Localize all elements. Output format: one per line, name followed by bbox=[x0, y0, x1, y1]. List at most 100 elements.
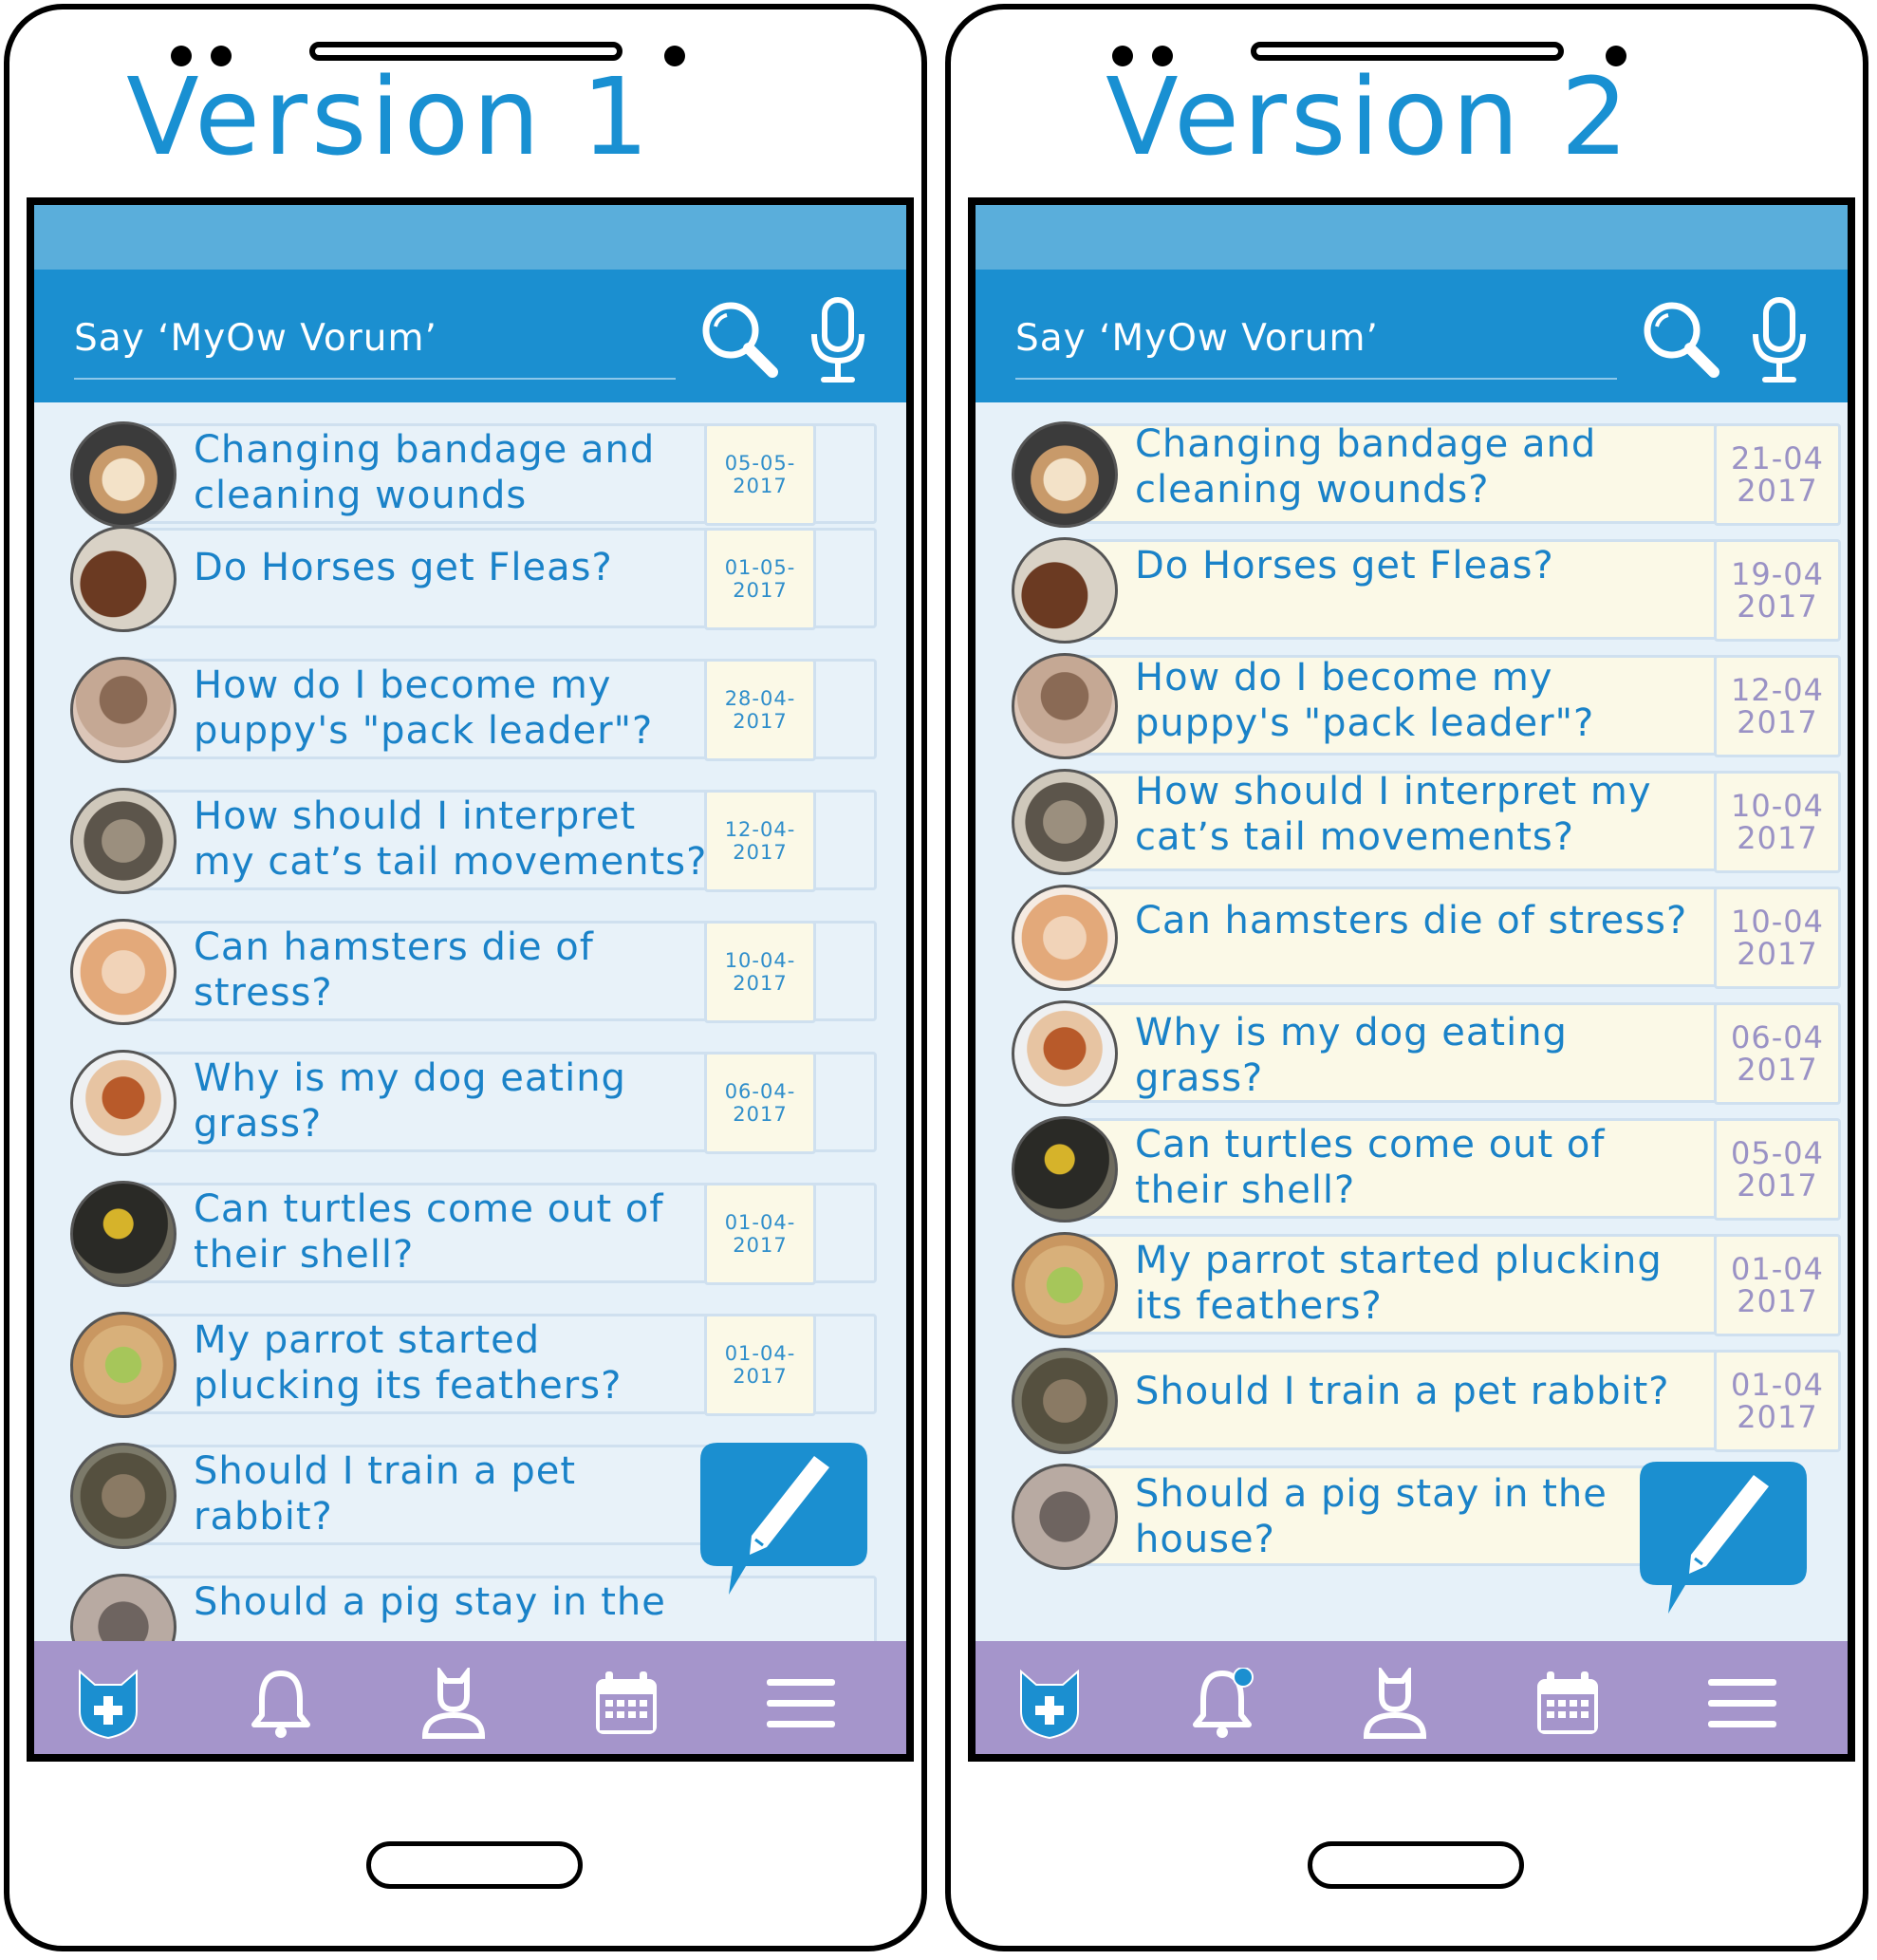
list-item[interactable]: Changing bandage and cleaning wounds 05-0… bbox=[70, 421, 877, 532]
avatar-hamster bbox=[1012, 885, 1118, 991]
avatar-turtle bbox=[70, 1181, 177, 1287]
date-box: 01-04 2017 bbox=[1714, 1234, 1841, 1336]
post-title[interactable]: Why is my dog eating grass? bbox=[194, 1055, 626, 1147]
search-input[interactable]: Say ‘MyOw Vorum’ bbox=[74, 317, 437, 360]
post-title[interactable]: Should I train a pet rabbit? bbox=[194, 1448, 576, 1540]
profile-icon[interactable] bbox=[1359, 1668, 1431, 1740]
list-item[interactable]: How do I become my puppy's "pack leader"?… bbox=[1012, 653, 1841, 763]
avatar-rabbit bbox=[70, 1443, 177, 1549]
list-item[interactable]: Should I train a pet rabbit? 01-04 2017 bbox=[1012, 1348, 1841, 1458]
list-item[interactable]: Do Horses get Fleas? 01-05-2017 bbox=[70, 526, 877, 636]
home-button[interactable] bbox=[366, 1841, 583, 1889]
post-title[interactable]: Do Horses get Fleas? bbox=[1135, 543, 1554, 588]
post-title[interactable]: My parrot started plucking its feathers? bbox=[194, 1317, 622, 1409]
avatar-cat bbox=[70, 788, 177, 894]
post-title[interactable]: Should a pig stay in the bbox=[194, 1579, 666, 1625]
post-title[interactable]: Can turtles come out of their shell? bbox=[1135, 1122, 1605, 1213]
phone-frame-version-1: Version 1 Say ‘MyOw Vorum’ Changing band… bbox=[4, 4, 927, 1951]
list-item[interactable]: My parrot started plucking its feathers? … bbox=[70, 1312, 877, 1422]
list-item[interactable]: How should I interpret my cat’s tail move… bbox=[70, 788, 877, 898]
post-title[interactable]: How do I become my puppy's "pack leader"? bbox=[194, 663, 653, 754]
post-date: 12-04 2017 bbox=[1731, 672, 1824, 740]
post-title[interactable]: My parrot started plucking its feathers? bbox=[1135, 1238, 1663, 1329]
menu-icon[interactable] bbox=[765, 1668, 837, 1740]
bell-icon[interactable] bbox=[245, 1668, 317, 1740]
post-date: 05-05-2017 bbox=[724, 452, 796, 497]
search-underline bbox=[74, 378, 676, 380]
post-date: 01-05-2017 bbox=[724, 556, 796, 602]
post-title[interactable]: Should a pig stay in the house? bbox=[1135, 1471, 1608, 1562]
avatar-horse bbox=[70, 526, 177, 632]
date-box: 12-04 2017 bbox=[1714, 655, 1841, 757]
post-title[interactable]: How do I become my puppy's "pack leader"? bbox=[1135, 655, 1594, 746]
list-item[interactable]: Can hamsters die of stress? 10-04-2017 bbox=[70, 919, 877, 1029]
search-icon[interactable] bbox=[1640, 298, 1721, 380]
compose-post-button[interactable] bbox=[700, 1443, 867, 1598]
app-screen: Say ‘MyOw Vorum’ Changing bandage and cle… bbox=[968, 197, 1855, 1762]
date-box: 05-04 2017 bbox=[1714, 1118, 1841, 1221]
home-button[interactable] bbox=[1308, 1841, 1524, 1889]
microphone-icon[interactable] bbox=[808, 296, 867, 385]
avatar-yorkie-dog bbox=[1012, 421, 1118, 528]
microphone-icon[interactable] bbox=[1750, 296, 1809, 385]
list-item[interactable]: Why is my dog eating grass? 06-04-2017 bbox=[70, 1050, 877, 1160]
avatar-yorkie-dog bbox=[70, 421, 177, 528]
menu-icon[interactable] bbox=[1706, 1668, 1778, 1740]
date-box: 06-04-2017 bbox=[704, 1052, 816, 1154]
list-item[interactable]: Can hamsters die of stress? 10-04 2017 bbox=[1012, 885, 1841, 995]
avatar-small-dog bbox=[1012, 1000, 1118, 1107]
status-bar bbox=[34, 205, 906, 270]
post-date: 06-04 2017 bbox=[1731, 1019, 1824, 1088]
post-date: 01-04-2017 bbox=[724, 1342, 796, 1388]
search-icon[interactable] bbox=[698, 298, 780, 380]
date-box: 10-04-2017 bbox=[704, 921, 816, 1023]
post-title[interactable]: Changing bandage and cleaning wounds bbox=[194, 427, 655, 518]
list-item[interactable]: Why is my dog eating grass? 06-04 2017 bbox=[1012, 1000, 1841, 1111]
post-title[interactable]: Can hamsters die of stress? bbox=[1135, 898, 1687, 943]
post-title[interactable]: How should I interpret my cat’s tail move… bbox=[194, 793, 707, 885]
date-box: 01-04-2017 bbox=[704, 1314, 816, 1416]
post-date: 01-04-2017 bbox=[724, 1211, 796, 1257]
post-title[interactable]: Can hamsters die of stress? bbox=[194, 924, 594, 1016]
search-input[interactable]: Say ‘MyOw Vorum’ bbox=[1015, 317, 1379, 360]
date-box: 06-04 2017 bbox=[1714, 1002, 1841, 1105]
date-box: 28-04-2017 bbox=[704, 659, 816, 761]
post-list: Changing bandage and cleaning wounds? 21-… bbox=[976, 402, 1848, 1641]
medical-cat-icon[interactable] bbox=[1013, 1668, 1086, 1740]
post-date: 10-04-2017 bbox=[724, 949, 796, 995]
compose-post-button[interactable] bbox=[1640, 1462, 1807, 1617]
avatar-parrot bbox=[70, 1312, 177, 1418]
post-title[interactable]: Can turtles come out of their shell? bbox=[194, 1186, 663, 1278]
status-bar bbox=[976, 205, 1848, 270]
avatar-horse bbox=[1012, 537, 1118, 644]
front-camera bbox=[664, 46, 685, 66]
medical-cat-icon[interactable] bbox=[72, 1668, 144, 1740]
list-item[interactable]: Changing bandage and cleaning wounds? 21-… bbox=[1012, 421, 1841, 532]
post-date: 05-04 2017 bbox=[1731, 1135, 1824, 1204]
post-date: 01-04 2017 bbox=[1731, 1251, 1824, 1319]
bell-icon[interactable] bbox=[1186, 1668, 1258, 1740]
list-item[interactable]: My parrot started plucking its feathers? … bbox=[1012, 1232, 1841, 1342]
date-box: 19-04 2017 bbox=[1714, 539, 1841, 642]
list-item[interactable]: Do Horses get Fleas? 19-04 2017 bbox=[1012, 537, 1841, 647]
avatar-cat bbox=[1012, 769, 1118, 875]
list-item[interactable]: Can turtles come out of their shell? 05-0… bbox=[1012, 1116, 1841, 1226]
avatar-hamster bbox=[70, 919, 177, 1025]
post-title[interactable]: Should I train a pet rabbit? bbox=[1135, 1369, 1670, 1414]
post-title[interactable]: Do Horses get Fleas? bbox=[194, 545, 613, 590]
calendar-icon[interactable] bbox=[590, 1668, 662, 1740]
calendar-icon[interactable] bbox=[1532, 1668, 1604, 1740]
avatar-pug-puppy bbox=[70, 657, 177, 763]
post-title[interactable]: How should I interpret my cat’s tail move… bbox=[1135, 769, 1652, 860]
post-title[interactable]: Why is my dog eating grass? bbox=[1135, 1010, 1568, 1101]
date-box: 01-05-2017 bbox=[704, 528, 816, 630]
list-item[interactable]: Can turtles come out of their shell? 01-0… bbox=[70, 1181, 877, 1291]
post-title[interactable]: Changing bandage and cleaning wounds? bbox=[1135, 421, 1596, 513]
post-date: 06-04-2017 bbox=[724, 1080, 796, 1126]
date-box: 21-04 2017 bbox=[1714, 423, 1841, 526]
post-date: 28-04-2017 bbox=[724, 687, 796, 733]
list-item[interactable]: How do I become my puppy's "pack leader"?… bbox=[70, 657, 877, 767]
post-date: 21-04 2017 bbox=[1731, 440, 1824, 509]
list-item[interactable]: How should I interpret my cat’s tail move… bbox=[1012, 769, 1841, 879]
profile-icon[interactable] bbox=[418, 1668, 490, 1740]
